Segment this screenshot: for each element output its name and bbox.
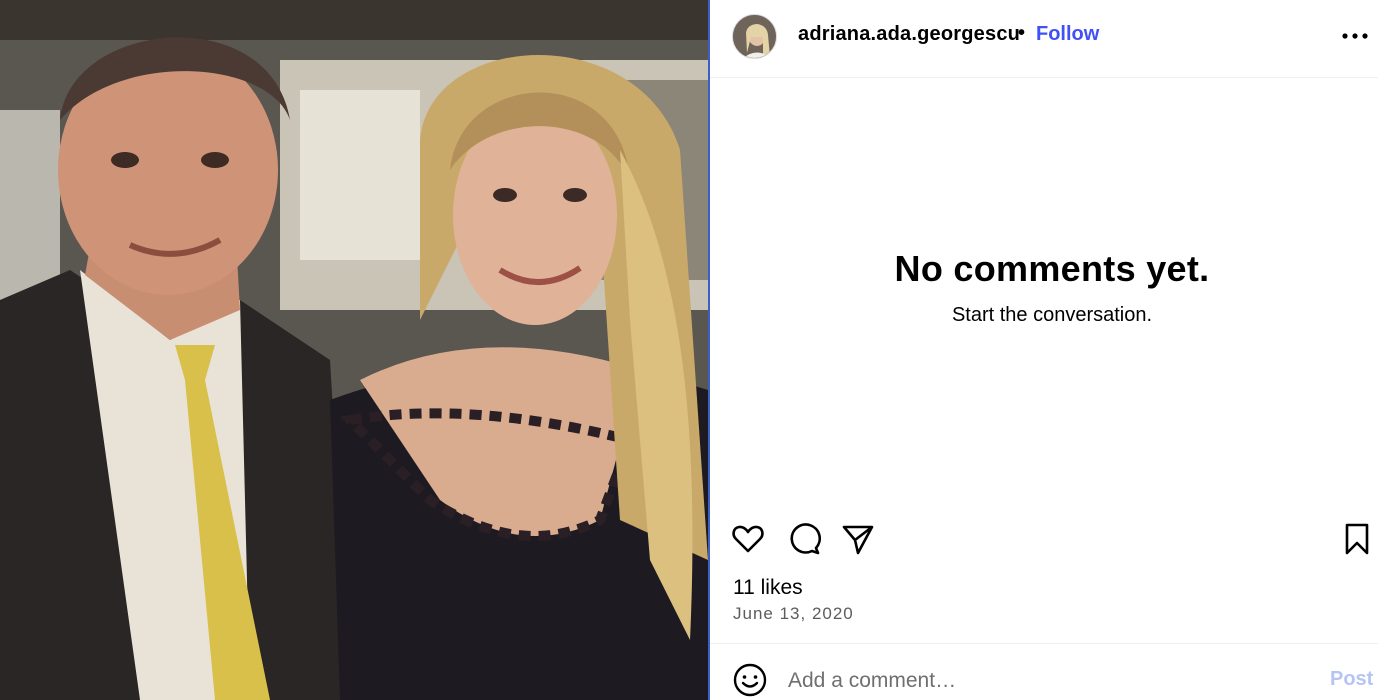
- post-side-panel: adriana.ada.georgescu • Follow No commen…: [710, 0, 1378, 700]
- emoji-button[interactable]: [732, 662, 768, 698]
- bookmark-icon: [1345, 523, 1369, 555]
- avatar[interactable]: [732, 14, 777, 59]
- comment-icon: [790, 523, 821, 555]
- post-photo[interactable]: [0, 0, 708, 700]
- comment-button[interactable]: [784, 516, 824, 558]
- comment-composer: Post: [710, 643, 1378, 700]
- avatar-image: [733, 15, 776, 58]
- comment-input[interactable]: [788, 666, 1308, 696]
- follow-button[interactable]: Follow: [1036, 23, 1099, 46]
- separator-dot: •: [1018, 22, 1026, 44]
- like-button[interactable]: [728, 516, 768, 558]
- empty-comments-title: No comments yet.: [894, 248, 1210, 289]
- more-horizontal-icon: [1342, 33, 1368, 39]
- likes-count[interactable]: 11 likes: [733, 576, 803, 600]
- username[interactable]: adriana.ada.georgescu: [798, 23, 1020, 46]
- post-photo-illustration: [0, 0, 708, 700]
- heart-icon: [732, 525, 764, 553]
- share-icon: [842, 525, 874, 555]
- post-date[interactable]: June 13, 2020: [733, 604, 854, 624]
- more-options-button[interactable]: [1340, 24, 1370, 48]
- post-actions: [710, 516, 1378, 560]
- save-button[interactable]: [1337, 516, 1377, 558]
- post-header: adriana.ada.georgescu • Follow: [710, 0, 1378, 78]
- share-button[interactable]: [838, 516, 878, 558]
- post-comment-button[interactable]: Post: [1330, 668, 1373, 691]
- empty-comments: No comments yet. Start the conversation.: [710, 248, 1378, 327]
- emoji-icon: [733, 663, 767, 697]
- empty-comments-subtitle: Start the conversation.: [951, 304, 1153, 326]
